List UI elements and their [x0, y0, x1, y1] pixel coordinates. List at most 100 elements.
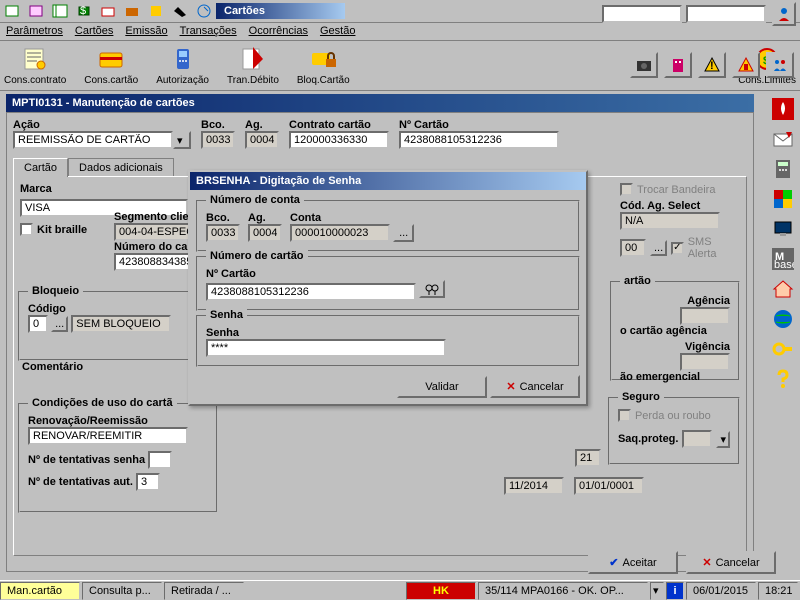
ag-label: Ag. [245, 119, 279, 131]
dlg-cancelar-button[interactable]: ✕ Cancelar [490, 375, 580, 398]
side-puzzle-icon[interactable] [770, 186, 796, 212]
saq-dropdown[interactable]: ▾ [716, 431, 730, 448]
building-icon-button[interactable] [664, 52, 692, 78]
btn-bloq-cartao-label: Bloq.Cartão [297, 75, 350, 86]
tent-senha-field[interactable] [148, 451, 172, 469]
btn-cons-contrato-label: Cons.contrato [4, 75, 66, 86]
btn-autorizacao[interactable]: Autorização [156, 45, 209, 86]
tab-cartao[interactable]: Cartão [13, 158, 68, 177]
bco-field [201, 131, 235, 149]
menu-cartoes[interactable]: Cartões [75, 25, 114, 38]
trocar-bandeira-checkbox [620, 183, 633, 196]
date3-field [574, 477, 644, 495]
dlg-ncartao-search[interactable] [419, 280, 445, 298]
side-monitor-icon[interactable] [770, 216, 796, 242]
dlg-conta-lookup[interactable]: ... [393, 224, 414, 242]
agencia-label: Agência [687, 295, 730, 307]
menu-ocorrencias[interactable]: Ocorrências [249, 25, 308, 38]
tb-icon-8[interactable] [169, 1, 191, 21]
tb-icon-1[interactable] [1, 1, 23, 21]
menu-transacoes[interactable]: Transações [180, 25, 237, 38]
warning2-icon-button[interactable] [732, 52, 760, 78]
acao-field[interactable] [13, 131, 173, 149]
cancelar-button[interactable]: ✕ Cancelar [686, 551, 776, 574]
people-icon-button[interactable] [766, 52, 794, 78]
agencia-field [680, 307, 730, 325]
status-tab3[interactable]: Retirada / ... [164, 582, 244, 600]
check-icon: ✔ [609, 556, 618, 569]
acao-dropdown[interactable]: ▾ [173, 131, 191, 149]
dlg-bco-label: Bco. [206, 212, 230, 224]
aceitar-button[interactable]: ✔ Aceitar [588, 551, 678, 574]
dialog-title: BRSENHA - Digitação de Senha [190, 172, 586, 190]
tent-aut-field[interactable] [136, 473, 160, 491]
camera-icon-button[interactable] [630, 52, 658, 78]
btn-bloq-cartao[interactable]: Bloq.Cartão [297, 45, 350, 86]
side-mbase-icon[interactable]: Mbase [770, 246, 796, 272]
side-flame-icon[interactable] [770, 96, 796, 122]
kit-braille-checkbox[interactable] [20, 223, 33, 236]
side-globe-icon[interactable] [770, 306, 796, 332]
side-calc-icon[interactable] [770, 156, 796, 182]
senha-legend: Senha [206, 309, 247, 321]
btn-tran-debito[interactable]: Tran.Débito [227, 45, 279, 86]
senha-label: Senha [206, 327, 239, 339]
svg-text:base: base [774, 259, 794, 270]
dlg-conta-label: Conta [290, 212, 321, 224]
comentario-label: Comentário [22, 361, 83, 373]
codigo-label: Código [28, 303, 66, 315]
btn-autorizacao-label: Autorização [156, 75, 209, 86]
warning-icon-button[interactable]: ! [698, 52, 726, 78]
contrato-label: Contrato cartão [289, 119, 389, 131]
side-key-icon[interactable] [770, 336, 796, 362]
marca-label: Marca [20, 183, 52, 195]
tb-icon-7[interactable] [145, 1, 167, 21]
side-mail-icon[interactable] [770, 126, 796, 152]
status-tab1[interactable]: Man.cartão [0, 582, 80, 600]
ncartao-field[interactable] [399, 131, 559, 149]
top-search-1[interactable] [602, 5, 682, 23]
menu-gestao[interactable]: Gestão [320, 25, 355, 38]
renov-field[interactable] [28, 427, 188, 445]
dlg-ncartao-label: Nº Cartão [206, 268, 256, 280]
codigo-lookup[interactable]: ... [51, 316, 68, 332]
menu-parametros[interactable]: Parâmetros [6, 25, 63, 38]
ncartao-label: Nº Cartão [399, 119, 559, 131]
status-hk: HK [406, 582, 476, 600]
renov-label: Renovação/Reemissão [28, 415, 148, 427]
dlg-ncartao-field[interactable] [206, 283, 416, 301]
status-tab2[interactable]: Consulta p... [82, 582, 162, 600]
status-dropdown[interactable]: ▾ [650, 582, 664, 600]
user-icon-button[interactable] [772, 2, 796, 26]
svg-text:!: ! [710, 60, 714, 72]
tb-icon-9[interactable] [193, 1, 215, 21]
tb-icon-6[interactable] [121, 1, 143, 21]
btn-cons-cartao-label: Cons.cartão [84, 75, 138, 86]
perda-label: Perda ou roubo [635, 410, 711, 422]
menu-emissao[interactable]: Emissão [125, 25, 167, 38]
btn-cons-cartao[interactable]: Cons.cartão [84, 45, 138, 86]
tb-icon-2[interactable] [25, 1, 47, 21]
sms-lookup[interactable]: ... [650, 240, 667, 256]
senha-dialog: BRSENHA - Digitação de Senha Número de c… [188, 170, 588, 406]
senha-field[interactable] [206, 339, 446, 357]
status-info-icon[interactable]: i [666, 582, 684, 600]
top-search-2[interactable] [686, 5, 766, 23]
contrato-field[interactable] [289, 131, 389, 149]
side-help-icon[interactable] [770, 366, 796, 392]
tb-icon-4[interactable]: $ [73, 1, 95, 21]
tb-icon-5[interactable] [97, 1, 119, 21]
status-info: 35/114 MPA0166 - OK. OP... [478, 582, 648, 600]
tb-icon-3[interactable] [49, 1, 71, 21]
num-cartao-legend: Número de cartão [206, 250, 308, 262]
svg-text:$: $ [80, 5, 86, 17]
app-title: Cartões [216, 3, 345, 19]
codigo-num-field[interactable] [28, 315, 48, 333]
sms-checkbox [671, 242, 684, 255]
kit-braille-label: Kit braille [37, 224, 87, 236]
tab-dados[interactable]: Dados adicionais [68, 158, 174, 177]
validar-button[interactable]: Validar [397, 376, 487, 398]
bloqueio-legend: Bloqueio [28, 285, 83, 297]
btn-cons-contrato[interactable]: Cons.contrato [4, 45, 66, 86]
side-house-icon[interactable] [770, 276, 796, 302]
